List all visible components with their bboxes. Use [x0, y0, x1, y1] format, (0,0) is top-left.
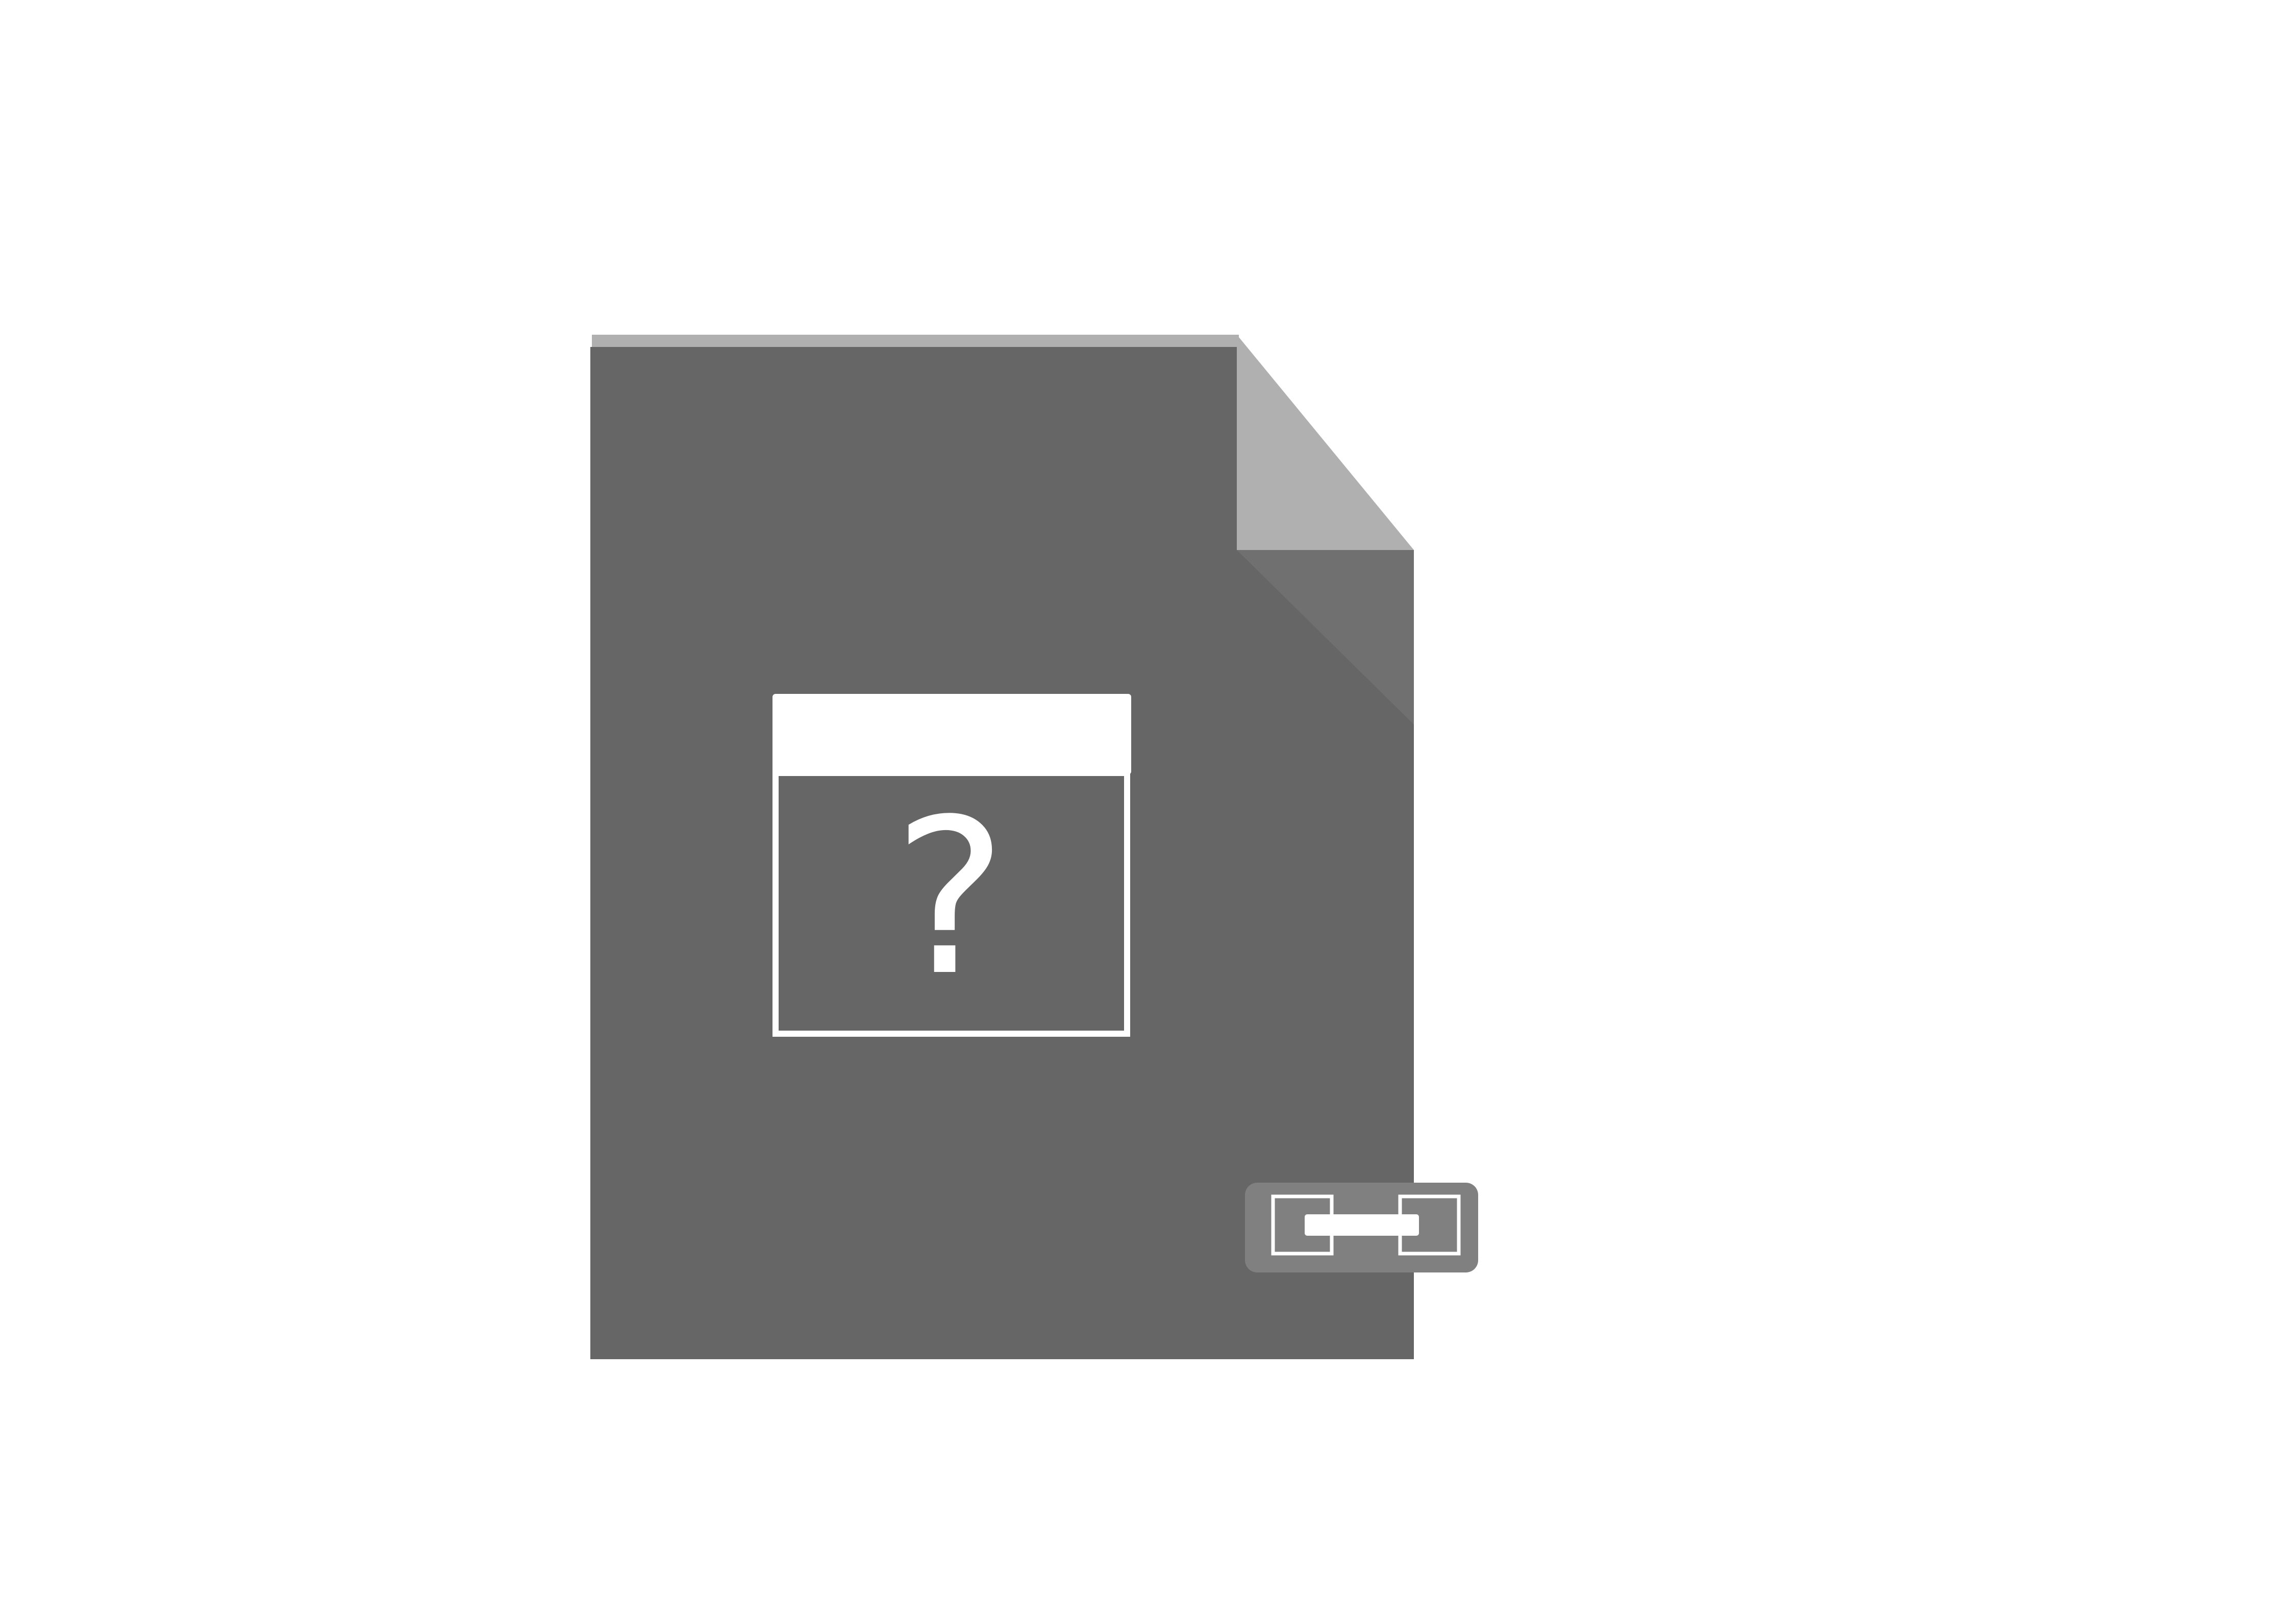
unknown-application-link-file-icon: ?	[590, 335, 1478, 1359]
question-mark-glyph: ?	[893, 773, 1007, 1023]
link-icon	[1245, 1183, 1478, 1272]
chain-bar	[1305, 1214, 1419, 1236]
window-titlebar	[772, 694, 1131, 774]
document-top-edge	[592, 335, 1239, 347]
icon-canvas: ?	[0, 0, 2293, 1622]
folded-corner	[1237, 335, 1414, 550]
